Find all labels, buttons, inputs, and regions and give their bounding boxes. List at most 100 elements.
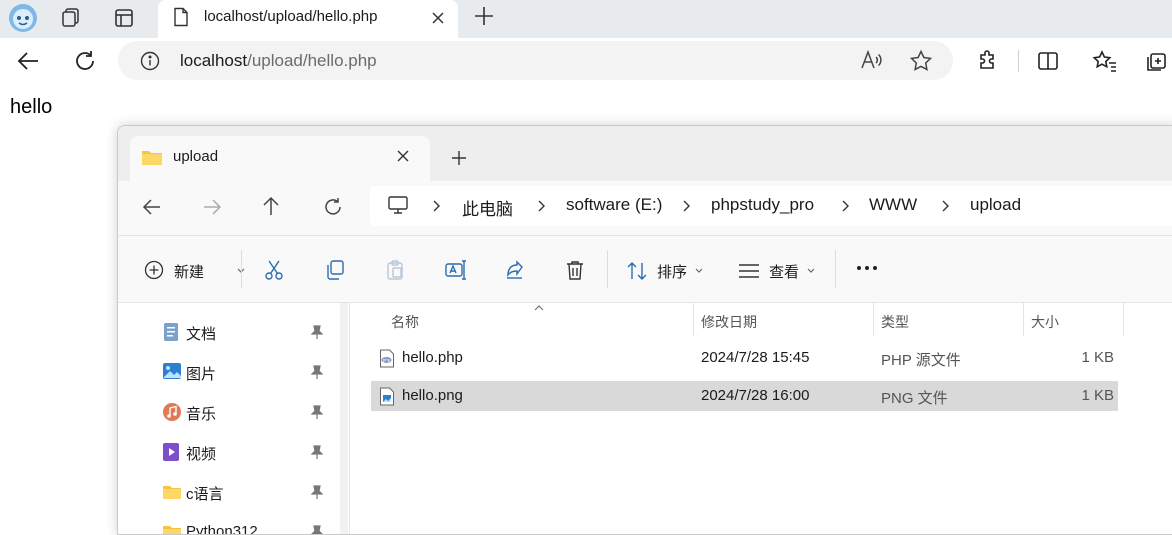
sort-ascending-icon [534,305,544,311]
sidebar-item-documents[interactable]: 文档 [118,313,350,351]
breadcrumb-item[interactable]: software (E:) [566,195,662,215]
column-header-modified[interactable]: 修改日期 [701,312,757,332]
explorer-forward-icon[interactable] [202,198,222,216]
pin-icon [311,325,323,339]
this-pc-icon [387,195,409,215]
pin-icon [311,525,323,534]
extensions-icon[interactable] [976,49,1000,73]
file-explorer-window: upload 此电脑 software (E:) phpstudy_pro WW… [117,125,1172,535]
pin-icon [311,485,323,499]
column-separator[interactable] [873,303,874,336]
png-file-icon [380,387,394,406]
videos-icon [163,443,179,461]
php-file-icon: php [380,349,394,368]
sidebar-item-c-language[interactable]: c语言 [118,473,350,511]
page-icon [172,7,190,27]
file-name: hello.php [402,349,463,366]
sidebar-scrollbar[interactable] [340,303,348,534]
music-icon [163,403,181,421]
column-header-type[interactable]: 类型 [881,312,909,332]
sidebar-item-label: c语言 [186,486,224,503]
site-info-icon[interactable] [140,51,160,71]
rename-icon[interactable] [444,259,466,281]
workspaces-icon[interactable] [58,5,84,31]
address-bar[interactable]: localhost/upload/hello.php [118,41,953,80]
new-button-label: 新建 [174,264,205,281]
chevron-right-icon [841,200,849,212]
explorer-back-icon[interactable] [142,198,162,216]
browser-tab-active[interactable]: localhost/upload/hello.php [158,0,458,38]
column-header-name[interactable]: 名称 [391,312,419,332]
sort-button[interactable]: 排序 [626,261,706,283]
new-button[interactable]: 新建 [144,260,245,282]
pin-icon [311,445,323,459]
sidebar-item-python312[interactable]: Python312 [118,513,350,534]
favorites-icon[interactable] [1092,49,1118,73]
view-button-label: 查看 [769,264,800,281]
explorer-nav-bar: 此电脑 software (E:) phpstudy_pro WWW uploa… [118,181,1172,236]
table-row-selected[interactable]: hello.png 2024/7/28 16:00 PNG 文件 1 KB [371,381,1118,411]
profile-avatar[interactable] [8,3,38,33]
more-options-icon[interactable] [856,264,878,272]
collections-icon[interactable] [1146,49,1172,73]
close-explorer-tab-icon[interactable] [396,149,410,163]
breadcrumb[interactable]: 此电脑 software (E:) phpstudy_pro WWW uploa… [370,186,1172,226]
explorer-refresh-icon[interactable] [323,197,343,217]
column-separator[interactable] [1023,303,1024,336]
breadcrumb-item[interactable]: WWW [869,195,917,215]
table-row[interactable]: php hello.php 2024/7/28 15:45 PHP 源文件 1 … [371,343,1118,373]
explorer-command-bar: 新建 排序 查看 [118,236,1172,303]
explorer-sidebar: 文档 图片 音乐 视频 c语言 Python312 [118,303,350,534]
chevron-right-icon [682,200,690,212]
new-tab-icon[interactable] [472,4,496,28]
pictures-icon [163,363,181,379]
documents-icon [164,323,178,341]
explorer-tab-title: upload [173,148,219,165]
file-list-header: 名称 修改日期 类型 大小 [351,303,1172,336]
refresh-icon[interactable] [72,48,98,74]
vertical-tabs-icon[interactable] [111,5,137,31]
back-icon[interactable] [16,49,42,73]
file-size: 1 KB [1081,387,1114,404]
explorer-tab-upload[interactable]: upload [130,136,430,181]
sidebar-item-music[interactable]: 音乐 [118,393,350,431]
column-header-size[interactable]: 大小 [1031,312,1059,332]
url-host: localhost [180,51,248,70]
sidebar-item-label: 文档 [186,326,217,343]
folder-icon [163,526,181,534]
column-separator[interactable] [1123,303,1124,336]
chevron-down-icon [807,268,815,273]
column-separator[interactable] [693,303,694,336]
copy-icon[interactable] [324,259,346,281]
toolbar-divider [1018,50,1019,72]
breadcrumb-item[interactable]: upload [970,195,1021,215]
url-text[interactable]: localhost/upload/hello.php [180,51,377,71]
chevron-right-icon [941,200,949,212]
delete-icon[interactable] [564,259,586,281]
sidebar-item-videos[interactable]: 视频 [118,433,350,471]
file-type: PNG 文件 [881,390,948,407]
view-button[interactable]: 查看 [738,261,818,283]
split-screen-icon[interactable] [1036,49,1060,73]
sort-button-label: 排序 [657,264,688,281]
file-size: 1 KB [1081,349,1114,366]
file-type: PHP 源文件 [881,352,961,369]
cut-icon[interactable] [263,259,285,281]
read-aloud-icon[interactable] [860,49,884,71]
favorite-star-icon[interactable] [909,49,933,73]
share-icon[interactable] [504,259,526,281]
command-divider [607,250,608,288]
breadcrumb-item[interactable]: 此电脑 [462,195,513,220]
sidebar-item-pictures[interactable]: 图片 [118,353,350,391]
chevron-down-icon [695,268,703,273]
browser-tab-title: localhost/upload/hello.php [204,8,378,25]
file-modified: 2024/7/28 16:00 [701,387,810,404]
explorer-new-tab-icon[interactable] [451,150,467,166]
explorer-up-icon[interactable] [262,196,280,216]
close-tab-icon[interactable] [430,10,446,26]
sidebar-item-label: 视频 [186,446,217,463]
breadcrumb-item[interactable]: phpstudy_pro [711,195,814,215]
file-list: 名称 修改日期 类型 大小 php hello.php 2024/7/28 15… [351,303,1172,534]
sidebar-item-label: 图片 [186,366,217,383]
paste-icon[interactable] [384,259,406,281]
